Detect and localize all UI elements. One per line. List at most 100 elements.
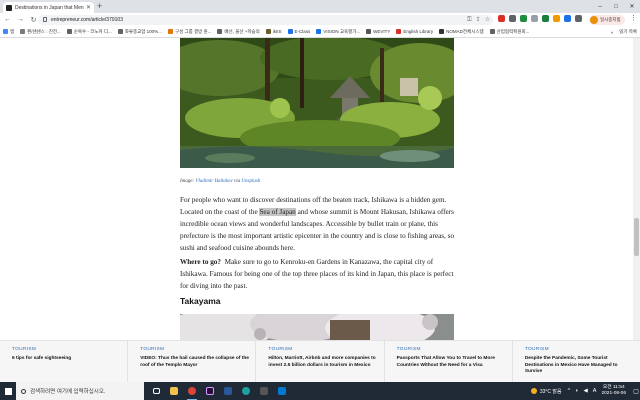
extension-icon[interactable] bbox=[520, 15, 527, 22]
bookmark-favicon-icon bbox=[439, 29, 445, 34]
section-heading: Takayama bbox=[180, 296, 221, 306]
volume-icon[interactable]: ◀ bbox=[584, 388, 588, 394]
bookmark-label: 편/센센스 : 진전... bbox=[27, 28, 61, 34]
recommendation-card[interactable]: TOURISM 6 tips for safe sightseeing bbox=[0, 341, 129, 382]
word-icon[interactable] bbox=[220, 382, 236, 400]
bookmark-favicon-icon bbox=[287, 29, 293, 34]
caption-prefix: Image: bbox=[180, 179, 196, 184]
taskbar-search-box[interactable]: 검색하려면 여기에 입력하십시오. bbox=[16, 382, 144, 400]
recommendation-title[interactable]: Despite the Pandemic, Some Tourist Desti… bbox=[525, 356, 636, 376]
extension-icon[interactable] bbox=[564, 15, 571, 22]
browser-tab[interactable]: Destinations in Japan that Men ✕ bbox=[3, 2, 94, 13]
mail-icon[interactable] bbox=[274, 382, 290, 400]
bookmark-item[interactable]: 앱 bbox=[3, 29, 14, 35]
recommendation-title[interactable]: Passports That Allow You to Travel to Mo… bbox=[397, 356, 508, 369]
bookmark-favicon-icon bbox=[366, 29, 372, 34]
notification-icon[interactable]: ▢ bbox=[632, 382, 640, 400]
bookmark-item[interactable]: 구성 그룹 결방 원... bbox=[167, 29, 211, 35]
maximize-button[interactable]: □ bbox=[608, 0, 624, 13]
recommendation-category[interactable]: TOURISM bbox=[525, 347, 636, 352]
bookmark-favicon-icon bbox=[66, 29, 72, 34]
recommendation-title[interactable]: 6 tips for safe sightseeing bbox=[12, 356, 123, 363]
bookmark-item[interactable]: VISION 교육평가... bbox=[316, 29, 360, 35]
bookmark-item[interactable]: E-Class bbox=[287, 29, 310, 34]
extensions-puzzle-icon[interactable] bbox=[575, 15, 582, 22]
extension-icon[interactable] bbox=[509, 15, 516, 22]
extensions-area bbox=[498, 15, 582, 22]
recommendation-card[interactable]: TOURISM Despite the Pandemic, Some Touris… bbox=[513, 341, 640, 382]
bookmark-label: ikIIS bbox=[272, 29, 282, 34]
tab-strip: Destinations in Japan that Men ✕ + – □ ✕ bbox=[0, 0, 640, 13]
recommendation-category[interactable]: TOURISM bbox=[397, 347, 508, 352]
back-button[interactable]: ← bbox=[2, 14, 13, 25]
recommendation-category[interactable]: TOURISM bbox=[268, 347, 379, 352]
new-tab-button[interactable]: + bbox=[97, 1, 102, 12]
file-explorer-icon[interactable] bbox=[166, 382, 182, 400]
bookmarks-more-button[interactable]: » bbox=[611, 30, 614, 35]
chrome-icon[interactable] bbox=[184, 382, 200, 400]
tray-arrow-icon[interactable]: ^ bbox=[568, 388, 571, 394]
forward-button[interactable]: → bbox=[15, 14, 26, 25]
profile-button[interactable]: 일시중지됨 bbox=[589, 14, 625, 25]
bookmark-label: 순복수 - 코노커 디... bbox=[73, 28, 112, 34]
garden-photo bbox=[180, 38, 454, 168]
recommendation-card[interactable]: TOURISM Hilton, Marriott, Airbnb and more… bbox=[256, 341, 385, 382]
bookmark-favicon-icon bbox=[117, 29, 123, 34]
extension-icon[interactable] bbox=[542, 15, 549, 22]
extension-icon[interactable] bbox=[553, 15, 560, 22]
close-window-button[interactable]: ✕ bbox=[624, 0, 640, 13]
bookmark-label: WEVITY bbox=[373, 29, 391, 34]
key-icon[interactable]: ⚿ bbox=[467, 16, 472, 24]
extension-icon[interactable] bbox=[531, 15, 538, 22]
system-tray: 33°C 맑음 ^ ◗ ◀ A 오전 11:54 2021-08-06 ▢ bbox=[530, 382, 640, 400]
recommendation-category[interactable]: TOURISM bbox=[12, 347, 123, 352]
network-icon[interactable]: ◗ bbox=[575, 388, 578, 394]
recommendation-card[interactable]: TOURISM Passports That Allow You to Trave… bbox=[385, 341, 513, 382]
address-bar[interactable]: entrepreneur.com/article/379103 ⚿ ⇪ ☆ bbox=[38, 14, 493, 25]
sun-icon bbox=[530, 388, 537, 394]
task-view-icon[interactable] bbox=[148, 382, 164, 400]
image-caption: Image: Vladimir Haltakov via Unsplash bbox=[180, 179, 260, 184]
bookmark-favicon-icon bbox=[396, 29, 402, 34]
store-icon[interactable] bbox=[256, 382, 272, 400]
bookmark-item[interactable]: English Library bbox=[396, 29, 433, 34]
premiere-icon[interactable] bbox=[202, 382, 218, 400]
photographer-link[interactable]: Vladimir Haltakov bbox=[195, 179, 232, 184]
bookmark-item[interactable]: 산업협력획원회... bbox=[489, 29, 529, 35]
scrollbar-thumb[interactable] bbox=[634, 218, 639, 256]
edge-icon[interactable] bbox=[238, 382, 254, 400]
bookmark-item[interactable]: NOMAD전체시스템 bbox=[439, 29, 484, 35]
recommendation-category[interactable]: TOURISM bbox=[140, 347, 251, 352]
recommendation-title[interactable]: VIDEO: Thus the hail caused the collapse… bbox=[140, 356, 251, 369]
minimize-button[interactable]: – bbox=[592, 0, 608, 13]
recommendations-bar: TOURISM 6 tips for safe sightseeing TOURIS… bbox=[0, 340, 640, 382]
recommendation-title[interactable]: Hilton, Marriott, Airbnb and more compan… bbox=[268, 356, 379, 369]
lock-icon bbox=[43, 17, 47, 22]
bookmark-favicon-icon bbox=[167, 29, 173, 34]
extension-icon[interactable] bbox=[498, 15, 505, 22]
start-button[interactable] bbox=[0, 382, 16, 400]
bookmark-label: VISION 교육평가... bbox=[323, 28, 361, 34]
taskbar-apps bbox=[148, 382, 290, 400]
clock[interactable]: 오전 11:54 2021-08-06 bbox=[601, 385, 626, 397]
bookmark-item[interactable]: 편/센센스 : 진전... bbox=[20, 29, 61, 35]
source-link[interactable]: Unsplash bbox=[241, 179, 260, 184]
close-tab-icon[interactable]: ✕ bbox=[86, 4, 91, 11]
reading-list-button[interactable]: 읽기 목록 bbox=[619, 29, 637, 35]
weather-text: 33°C 맑음 bbox=[539, 388, 562, 395]
weather-widget[interactable]: 33°C 맑음 bbox=[530, 388, 562, 395]
share-icon[interactable]: ⇪ bbox=[476, 16, 481, 24]
ime-indicator[interactable]: A bbox=[593, 388, 597, 394]
bookmark-item[interactable]: 순복수 - 코노커 디... bbox=[66, 28, 112, 35]
window-controls: – □ ✕ bbox=[592, 0, 640, 13]
bookmark-item[interactable]: 배선, 울산 +학습의 bbox=[217, 29, 260, 35]
recommendation-card[interactable]: TOURISM VIDEO: Thus the hail caused the c… bbox=[128, 341, 257, 382]
browser-menu-icon[interactable]: ⋮ bbox=[630, 14, 637, 22]
search-icon bbox=[21, 388, 26, 394]
bookmark-item[interactable]: ikIIS bbox=[265, 29, 282, 34]
page-scrollbar[interactable] bbox=[633, 38, 640, 340]
bookmark-label: English Library bbox=[403, 29, 434, 34]
bookmark-star-icon[interactable]: ☆ bbox=[485, 16, 490, 24]
bookmark-item[interactable]: WEVITY bbox=[366, 29, 390, 34]
bookmark-item[interactable]: 좌류종교업 100%... bbox=[117, 29, 162, 35]
